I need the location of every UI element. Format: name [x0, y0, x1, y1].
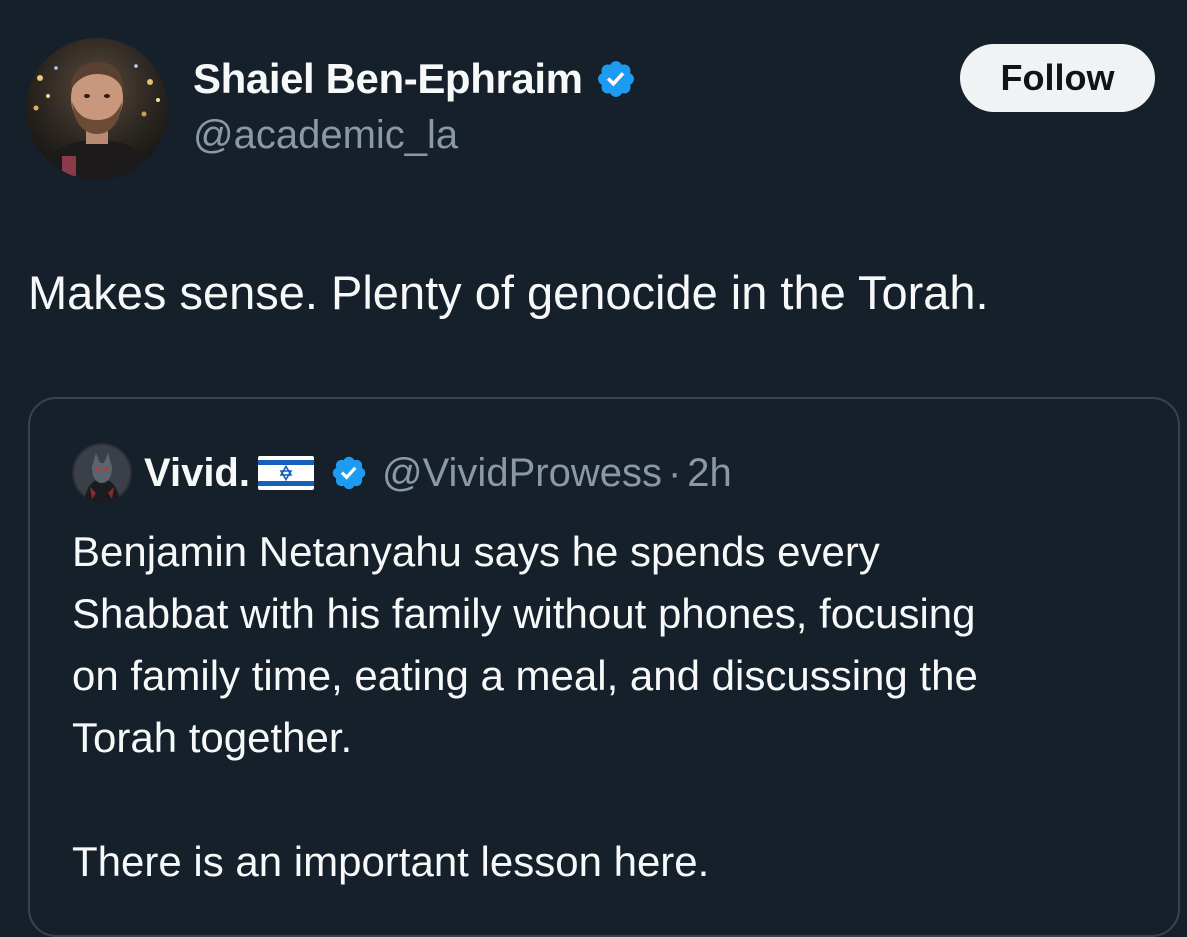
quoted-verified-badge-icon[interactable] — [330, 454, 368, 492]
tweet: Shaiel Ben-Ephraim @academic_la Follow M… — [0, 0, 1187, 937]
quoted-tweet-text: Benjamin Netanyahu says he spends every … — [72, 521, 1152, 893]
author-handle[interactable]: @academic_la — [193, 113, 458, 158]
quoted-text-line: on family time, eating a meal, and discu… — [72, 652, 978, 699]
author-avatar[interactable] — [26, 38, 168, 180]
follow-button[interactable]: Follow — [960, 44, 1155, 112]
quoted-timestamp[interactable]: 2h — [687, 451, 732, 496]
quoted-text-line: Benjamin Netanyahu says he spends every — [72, 528, 880, 575]
author-name-row: Shaiel Ben-Ephraim — [193, 52, 637, 106]
quoted-author-handle[interactable]: @VividProwess — [382, 451, 662, 496]
author-name[interactable]: Shaiel Ben-Ephraim — [193, 55, 583, 103]
tweet-text: Makes sense. Plenty of genocide in the T… — [28, 266, 989, 319]
quoted-tweet-card[interactable]: Vivid. @VividProwess · 2h Benjamin Netan… — [28, 397, 1180, 937]
quoted-text-line: Shabbat with his family without phones, … — [72, 590, 976, 637]
verified-badge-icon[interactable] — [595, 58, 637, 100]
quoted-author-name[interactable]: Vivid. — [144, 451, 250, 496]
separator-dot: · — [667, 450, 682, 495]
quoted-tweet-header: Vivid. @VividProwess · 2h — [72, 443, 732, 503]
quoted-author-avatar[interactable] — [72, 443, 132, 503]
quoted-text-line: There is an important lesson here. — [72, 838, 710, 885]
quoted-text-line: Torah together. — [72, 714, 353, 761]
israel-flag-icon — [257, 456, 314, 490]
